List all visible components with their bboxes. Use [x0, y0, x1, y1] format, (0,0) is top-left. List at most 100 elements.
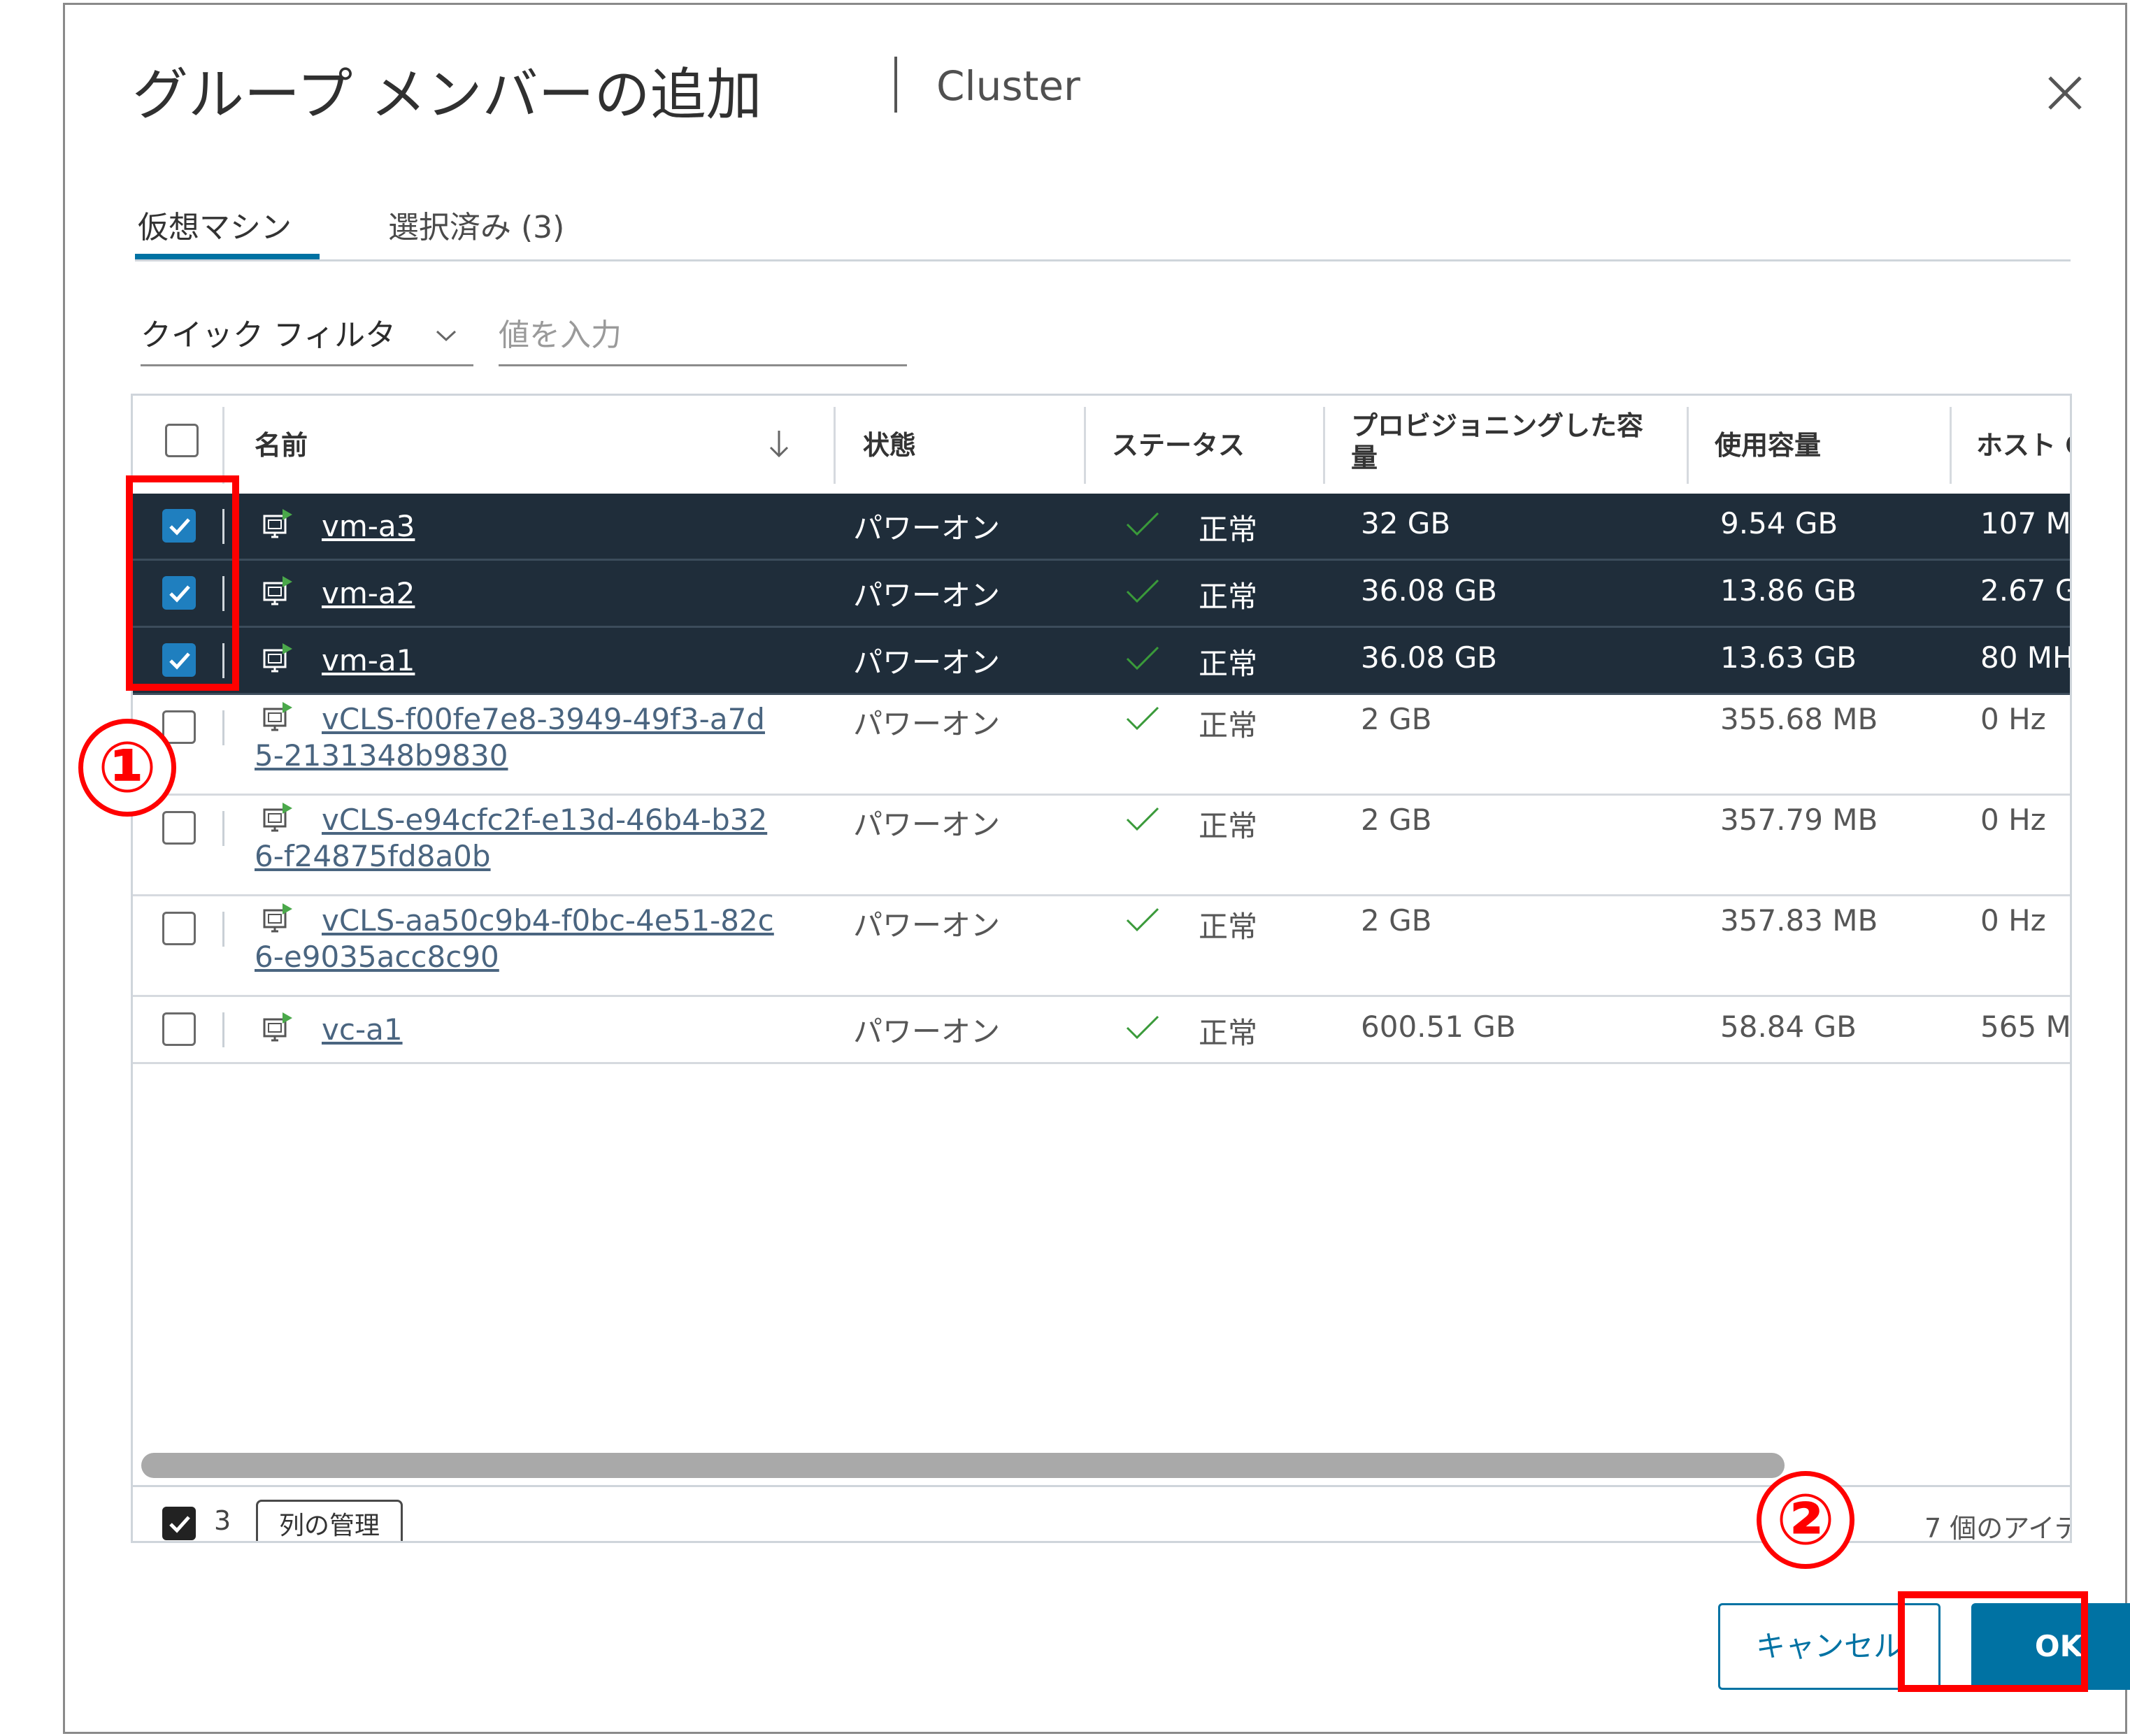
column-header-status[interactable]: ステータス	[1112, 429, 1245, 461]
vm-status: 正常	[1199, 512, 1258, 547]
select-all-checkbox[interactable]	[165, 424, 199, 457]
vm-host-cpu: 107 MHz	[1980, 506, 2071, 540]
check-icon	[1124, 805, 1161, 836]
vm-used: 13.63 GB	[1720, 640, 1857, 675]
column-header-provisioned-line2: 量	[1351, 443, 1378, 473]
dialog-title: グループ メンバーの追加 Cluster	[132, 50, 1080, 131]
vm-host-cpu: 0 Hz	[1980, 702, 2046, 736]
tab-virtual-machines[interactable]: 仮想マシン	[135, 202, 320, 259]
check-icon	[1124, 645, 1161, 675]
grid-header: 名前 状態 ステータス プロビジョニングした容 量 使用容量 ホスト CPU	[133, 396, 2070, 496]
table-row[interactable]: vCLS-aa50c9b4-f0bc-4e51-82c 6-e9035acc8c9…	[133, 896, 2070, 997]
dialog-title-text: グループ メンバーの追加	[132, 62, 762, 127]
vm-state: パワーオン	[853, 511, 1001, 545]
vm-icon	[262, 800, 298, 839]
vm-name-link-continued[interactable]: 6-e9035acc8c90	[255, 940, 499, 974]
quick-filter-dropdown[interactable]: クイック フィルタ	[141, 313, 473, 366]
step2-highlight-box	[1898, 1591, 2088, 1692]
vm-name-link[interactable]: vm-a2	[322, 576, 415, 610]
horizontal-scrollbar[interactable]	[141, 1453, 1785, 1478]
item-count: 7 個のアイテム	[1924, 1513, 2070, 1543]
vm-used: 58.84 GB	[1720, 1010, 1857, 1044]
step1-highlight-box	[126, 475, 239, 691]
vm-provisioned: 36.08 GB	[1361, 573, 1497, 608]
vm-icon	[262, 1010, 298, 1049]
vm-state: パワーオン	[853, 578, 1001, 612]
vm-name-link[interactable]: vCLS-f00fe7e8-3949-49f3-a7d	[322, 702, 765, 736]
selected-count: 3	[214, 1505, 231, 1536]
column-header-provisioned[interactable]: プロビジョニングした容 量	[1351, 410, 1643, 474]
vm-status: 正常	[1199, 809, 1258, 843]
vm-provisioned: 2 GB	[1361, 803, 1432, 837]
vm-provisioned: 2 GB	[1361, 702, 1432, 736]
tab-bar: 仮想マシン 選択済み (3)	[135, 202, 2071, 261]
vm-provisioned: 600.51 GB	[1361, 1010, 1516, 1044]
row-separator	[222, 811, 224, 846]
table-row[interactable]: vCLS-f00fe7e8-3949-49f3-a7d 5-2131348b983…	[133, 695, 2070, 796]
vm-icon	[262, 901, 298, 940]
dialog-subtitle: Cluster	[936, 62, 1080, 110]
table-row[interactable]: vm-a3 パワーオン 正常 32 GB 9.54 GB 107 MHz	[133, 494, 2070, 561]
column-header-host-cpu[interactable]: ホスト CPU	[1976, 429, 2070, 461]
row-checkbox[interactable]	[162, 811, 196, 845]
manage-columns-button[interactable]: 列の管理	[256, 1500, 403, 1541]
filter-value-input[interactable]: 値を入力	[499, 313, 907, 366]
check-icon	[1124, 510, 1161, 541]
row-checkbox[interactable]	[162, 1012, 196, 1046]
row-separator	[222, 710, 224, 745]
vm-used: 355.68 MB	[1720, 702, 1878, 736]
vm-name-link[interactable]: vc-a1	[322, 1012, 403, 1047]
vm-name-link[interactable]: vCLS-aa50c9b4-f0bc-4e51-82c	[322, 903, 774, 938]
tab-label: 選択済み (3)	[388, 210, 565, 245]
check-icon	[1124, 1014, 1161, 1045]
table-row[interactable]: vm-a1 パワーオン 正常 36.08 GB 13.63 GB 80 MHz	[133, 628, 2070, 695]
vm-used: 9.54 GB	[1720, 506, 1838, 540]
vm-host-cpu: 0 Hz	[1980, 903, 2046, 938]
row-separator	[222, 912, 224, 947]
table-row[interactable]: vc-a1 パワーオン 正常 600.51 GB 58.84 GB 565 MHz	[133, 997, 2070, 1064]
vm-name-link-continued[interactable]: 6-f24875fd8a0b	[255, 839, 491, 873]
vm-host-cpu: 0 Hz	[1980, 803, 2046, 837]
column-header-provisioned-line1: プロビジョニングした容	[1351, 410, 1644, 441]
vm-provisioned: 32 GB	[1361, 506, 1451, 540]
vm-status: 正常	[1199, 708, 1258, 743]
vm-name-link[interactable]: vm-a1	[322, 643, 415, 677]
column-header-used[interactable]: 使用容量	[1715, 429, 1821, 461]
check-icon	[1124, 578, 1161, 608]
table-row[interactable]: vm-a2 パワーオン 正常 36.08 GB 13.86 GB 2.67 GHz	[133, 561, 2070, 628]
sort-descending-icon[interactable]	[765, 428, 793, 461]
vm-name-link-continued[interactable]: 5-2131348b9830	[255, 738, 508, 773]
vm-state: パワーオン	[853, 1014, 1001, 1049]
vm-icon	[262, 699, 298, 738]
tab-label: 仮想マシン	[138, 210, 292, 245]
vm-icon	[262, 506, 298, 545]
column-header-name[interactable]: 名前	[255, 429, 308, 461]
selected-count-checkbox[interactable]	[162, 1507, 196, 1540]
tab-selected[interactable]: 選択済み (3)	[388, 202, 564, 259]
vm-status: 正常	[1199, 1016, 1258, 1050]
vm-icon	[262, 573, 298, 612]
vm-state: パワーオン	[853, 808, 1001, 842]
vm-status: 正常	[1199, 647, 1258, 681]
vm-host-cpu: 2.67 GHz	[1980, 573, 2070, 608]
vm-status: 正常	[1199, 910, 1258, 944]
vm-provisioned: 2 GB	[1361, 903, 1432, 938]
column-header-state[interactable]: 状態	[863, 429, 916, 461]
check-icon	[1124, 705, 1161, 736]
chevron-down-icon	[436, 330, 457, 342]
vm-state: パワーオン	[853, 707, 1001, 741]
title-separator	[894, 57, 897, 113]
vm-host-cpu: 80 MHz	[1980, 640, 2070, 675]
vm-host-cpu: 565 MHz	[1980, 1010, 2071, 1044]
vm-icon	[262, 640, 298, 680]
table-row[interactable]: vCLS-e94cfc2f-e13d-46b4-b32 6-f24875fd8a0…	[133, 796, 2070, 896]
row-checkbox[interactable]	[162, 912, 196, 945]
vm-name-link[interactable]: vCLS-e94cfc2f-e13d-46b4-b32	[322, 803, 767, 837]
vm-state: パワーオン	[853, 908, 1001, 942]
vm-used: 357.83 MB	[1720, 903, 1878, 938]
vm-name-link[interactable]: vm-a3	[322, 509, 415, 543]
vm-used: 357.79 MB	[1720, 803, 1878, 837]
close-icon[interactable]	[2037, 65, 2093, 121]
filter-placeholder: 値を入力	[499, 317, 622, 353]
step1-badge: ①	[78, 719, 176, 817]
